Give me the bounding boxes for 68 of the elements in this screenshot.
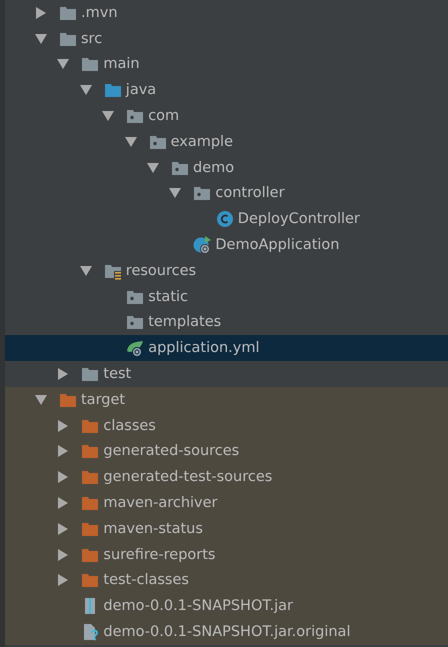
- tree-row-background[interactable]: generated-test-sources: [5, 464, 448, 490]
- tree-row-background[interactable]: surefire-reports: [5, 542, 448, 568]
- tree-item-label: demo-0.0.1-SNAPSHOT.jar.original: [103, 624, 350, 640]
- tree-row-background[interactable]: target: [5, 386, 448, 413]
- expanded-arrow-icon[interactable]: [102, 110, 114, 122]
- collapsed-arrow-icon[interactable]: [57, 522, 70, 535]
- tree-row-background[interactable]: demo: [5, 154, 448, 181]
- collapsed-arrow-icon[interactable]: [35, 6, 47, 19]
- tree-item-label: DeployController: [238, 211, 360, 228]
- tree-item-label: java: [126, 82, 156, 98]
- selected-row[interactable]: application.yml: [5, 335, 448, 362]
- tree-row-background[interactable]: resources: [5, 258, 448, 284]
- tree-row-background[interactable]: static: [5, 284, 448, 310]
- tree-row-background[interactable]: maven-archiver: [5, 490, 448, 516]
- tree-row-background[interactable]: test: [5, 361, 448, 387]
- collapsed-arrow-icon[interactable]: [57, 368, 70, 380]
- tree-item-label: static: [148, 288, 188, 305]
- expanded-arrow-icon[interactable]: [169, 187, 182, 200]
- tree-item-label: DemoApplication: [215, 237, 340, 254]
- collapsed-arrow-icon[interactable]: [57, 548, 70, 561]
- collapsed-arrow-icon[interactable]: [57, 471, 70, 484]
- collapsed-arrow-icon[interactable]: [57, 574, 70, 586]
- tree-row-background[interactable]: demo-0.0.1-SNAPSHOT.jar.original: [5, 619, 448, 645]
- tree-item-label: generated-sources: [103, 443, 240, 460]
- tree-item-label: controller: [215, 185, 285, 202]
- expanded-arrow-icon[interactable]: [35, 32, 47, 45]
- tree-row-background[interactable]: src: [5, 26, 448, 52]
- tree-row-background[interactable]: maven-status: [5, 516, 448, 542]
- tree-row-background[interactable]: com: [5, 103, 448, 129]
- expanded-arrow-icon[interactable]: [57, 58, 70, 70]
- tree-item-label: demo-0.0.1-SNAPSHOT.jar: [103, 598, 293, 614]
- tree-row-background[interactable]: DeployController: [5, 206, 448, 232]
- tree-item-label: surefire-reports: [103, 546, 216, 563]
- tree-row-background[interactable]: java: [5, 77, 448, 104]
- tree-item-label: target: [81, 392, 126, 408]
- tree-item-label: test-classes: [103, 572, 189, 588]
- tree-row-background[interactable]: demo-0.0.1-SNAPSHOT.jar: [5, 593, 448, 620]
- tree-row-background[interactable]: classes: [5, 412, 448, 439]
- tree-item-label: .mvn: [81, 4, 118, 21]
- tree-item-label: main: [103, 56, 140, 72]
- tree-row-background[interactable]: example: [5, 128, 448, 155]
- tree-item-label: templates: [148, 314, 222, 330]
- tree-row-background[interactable]: templates: [5, 310, 448, 336]
- expanded-arrow-icon[interactable]: [35, 394, 47, 406]
- tree-row-background[interactable]: test-classes: [5, 568, 448, 594]
- collapsed-arrow-icon[interactable]: [57, 497, 70, 510]
- tree-item-label: maven-status: [103, 520, 203, 537]
- tree-item-label: application.yml: [148, 340, 260, 356]
- expanded-arrow-icon[interactable]: [80, 84, 92, 96]
- collapsed-arrow-icon[interactable]: [57, 445, 70, 458]
- tree-row-background[interactable]: .mvn: [5, 0, 448, 26]
- tree-item-label: demo: [193, 160, 234, 176]
- tree-row-background[interactable]: controller: [5, 180, 448, 206]
- expanded-arrow-icon[interactable]: [124, 136, 137, 148]
- collapsed-arrow-icon[interactable]: [57, 420, 70, 432]
- tree-item-label: classes: [103, 418, 156, 434]
- tree-item-label: maven-archiver: [103, 495, 218, 512]
- tree-item-label: example: [170, 134, 234, 150]
- tree-item-label: generated-test-sources: [103, 469, 272, 486]
- tree-row-background[interactable]: main: [5, 52, 448, 78]
- expanded-arrow-icon[interactable]: [147, 162, 159, 174]
- tree-row-background[interactable]: generated-sources: [5, 438, 448, 464]
- tree-item-label: com: [148, 108, 180, 124]
- tree-item-label: resources: [126, 262, 196, 279]
- expanded-arrow-icon[interactable]: [80, 264, 92, 277]
- tree-item-label: test: [103, 366, 132, 382]
- tree-row-background[interactable]: DemoApplication: [5, 232, 448, 258]
- tree-item-label: src: [81, 30, 102, 47]
